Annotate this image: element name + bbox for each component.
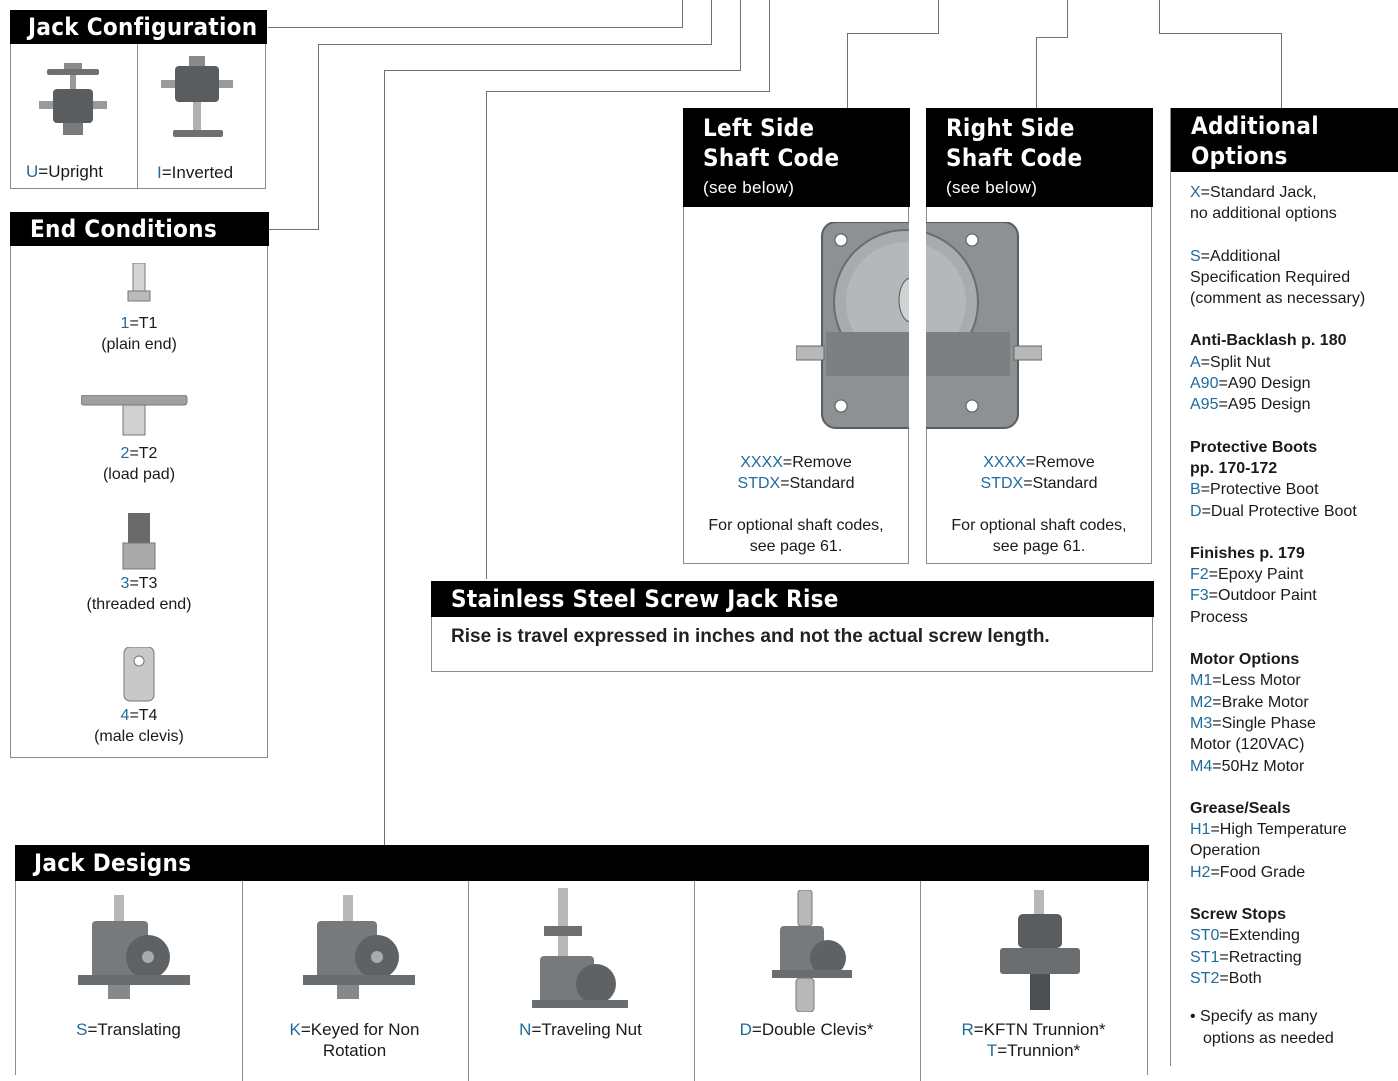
end-condition-2: 2=T2 (load pad) (102, 445, 176, 483)
upright-jack-image (39, 63, 109, 138)
threaded-end-icon (119, 513, 159, 571)
load-pad-icon (81, 395, 191, 437)
inverted-jack-image (161, 56, 235, 141)
additional-options-header: Additional Options (1171, 108, 1398, 172)
upright-option: U=Upright (26, 162, 104, 181)
design-keyed: K=Keyed for Non Rotation (289, 1020, 420, 1060)
traveling-nut-jack-image (532, 888, 628, 1010)
additional-title-2: Options (1191, 142, 1288, 170)
left-shaft-title-1: Left Side (703, 114, 815, 142)
plain-end-icon (126, 263, 152, 303)
left-shaft-options: XXXX=Remove STDX=Standard For optional s… (708, 454, 884, 555)
right-shaft-title-1: Right Side (946, 114, 1075, 142)
end-condition-3: 3=T3 (threaded end) (86, 575, 192, 613)
left-shaft-header: Left Side Shaft Code (see below) (683, 108, 910, 207)
design-traveling-nut: N=Traveling Nut (519, 1020, 642, 1039)
inverted-option: I=Inverted (157, 163, 234, 182)
right-shaft-options: XXXX=Remove STDX=Standard For optional s… (951, 454, 1127, 555)
rise-title: Stainless Steel Screw Jack Rise (431, 581, 1154, 617)
additional-options-list: X=Standard Jack, no additional options S… (1190, 184, 1366, 1047)
male-clevis-icon (122, 647, 156, 703)
rise-text: Rise is travel expressed in inches and n… (451, 626, 1050, 647)
design-double-clevis: D=Double Clevis* (739, 1020, 874, 1039)
left-shaft-subtitle: (see below) (703, 178, 795, 197)
jack-designs-title: Jack Designs (15, 845, 1149, 881)
design-translating: S=Translating (76, 1020, 181, 1039)
jack-configuration-panel: Jack Configuration U=Upright I=Inverted (10, 10, 267, 189)
rise-panel: Stainless Steel Screw Jack Rise Rise is … (431, 581, 1154, 672)
double-clevis-jack-image (772, 890, 852, 1012)
additional-title-1: Additional (1191, 112, 1319, 140)
right-shaft-title-2: Shaft Code (946, 144, 1083, 172)
end-conditions-panel: End Conditions 1=T1 (plain end) 2=T2 (lo… (10, 212, 269, 758)
translating-jack-image (78, 895, 190, 999)
jack-configuration-title: Jack Configuration (10, 10, 267, 44)
design-trunnion: R=KFTN Trunnion* T=Trunnion* (961, 1020, 1106, 1060)
left-shaft-title-2: Shaft Code (703, 144, 840, 172)
end-condition-1: 1=T1 (plain end) (101, 315, 177, 353)
end-conditions-title: End Conditions (10, 212, 269, 246)
keyed-jack-image (303, 895, 415, 999)
right-shaft-subtitle: (see below) (946, 178, 1038, 197)
trunnion-jack-image (998, 890, 1082, 1010)
right-shaft-header: Right Side Shaft Code (see below) (926, 108, 1153, 207)
end-condition-4: 4=T4 (male clevis) (94, 707, 184, 745)
